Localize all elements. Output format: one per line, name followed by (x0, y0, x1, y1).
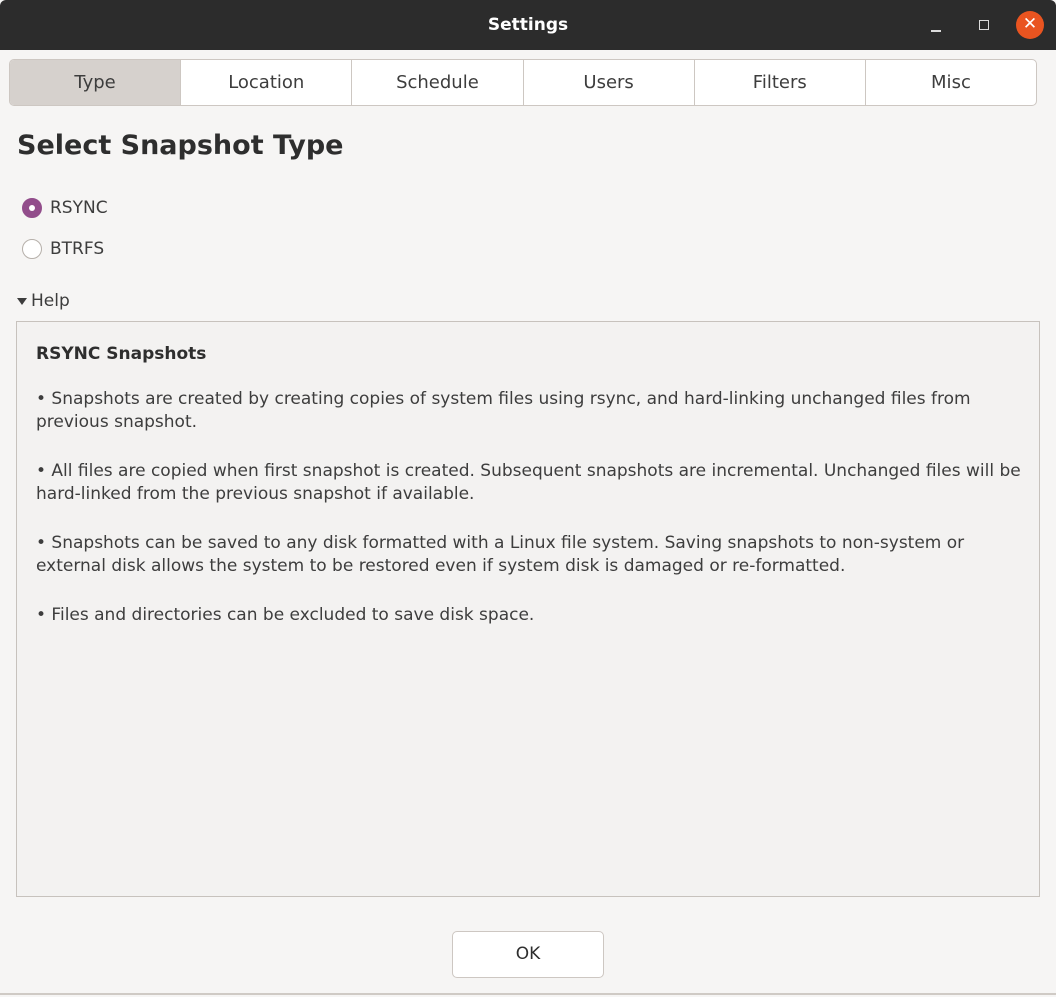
minimize-icon (931, 30, 941, 32)
rsync-option[interactable]: RSYNC (22, 196, 108, 220)
help-paragraph: • Snapshots can be saved to any disk for… (36, 533, 965, 576)
rsync-label[interactable]: RSYNC (50, 198, 108, 218)
settings-window: Settings ✕ Type Location Schedule Users … (0, 0, 1056, 997)
close-icon: ✕ (1022, 14, 1038, 34)
tab-filters[interactable]: Filters (695, 60, 866, 105)
title-bar[interactable]: Settings ✕ (0, 0, 1056, 50)
tab-schedule[interactable]: Schedule (352, 60, 524, 105)
btrfs-label[interactable]: BTRFS (50, 239, 104, 259)
help-expander-label[interactable]: Help (31, 291, 70, 311)
help-panel: RSYNC Snapshots • Snapshots are created … (16, 321, 1040, 897)
maximize-button[interactable] (970, 11, 998, 39)
help-paragraph: • Files and directories can be excluded … (36, 605, 535, 625)
maximize-icon (979, 20, 989, 30)
help-paragraph: • All files are copied when first snapsh… (36, 461, 1021, 504)
rsync-radio[interactable] (22, 198, 42, 218)
help-title: RSYNC Snapshots (36, 344, 207, 364)
tab-type[interactable]: Type (10, 60, 182, 105)
tab-users[interactable]: Users (524, 60, 695, 105)
close-button[interactable]: ✕ (1016, 11, 1044, 39)
tab-misc[interactable]: Misc (866, 60, 1036, 105)
tab-location[interactable]: Location (181, 60, 353, 105)
tab-bar: Type Location Schedule Users Filters Mis… (9, 59, 1037, 106)
help-paragraph: • Snapshots are created by creating copi… (36, 389, 971, 432)
help-expander[interactable]: Help (17, 290, 70, 312)
btrfs-radio[interactable] (22, 239, 42, 259)
window-bottom-border (0, 993, 1056, 995)
minimize-button[interactable] (922, 11, 950, 39)
page-title: Select Snapshot Type (17, 130, 344, 161)
radio-checked-dot (29, 205, 35, 211)
ok-button[interactable]: OK (452, 931, 604, 978)
window-title: Settings (487, 15, 569, 35)
triangle-down-icon (17, 297, 27, 305)
btrfs-option[interactable]: BTRFS (22, 237, 104, 261)
